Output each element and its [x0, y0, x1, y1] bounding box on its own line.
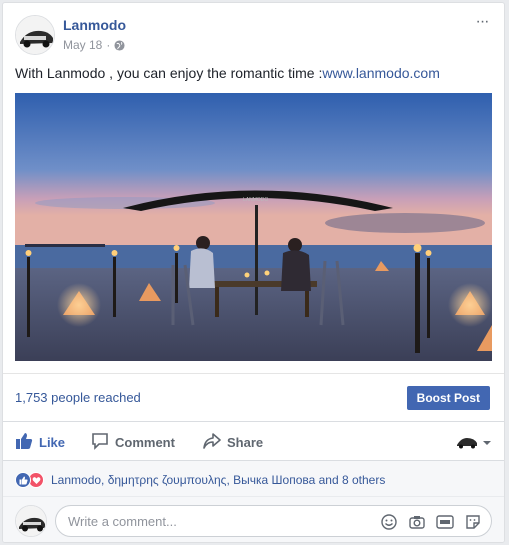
comment-button[interactable]: Comment	[91, 422, 175, 462]
post-as-selector[interactable]	[456, 422, 492, 462]
like-button[interactable]: Like	[15, 422, 65, 462]
post-header: Lanmodo May 18 · ···	[3, 3, 504, 63]
comment-label: Comment	[115, 434, 175, 450]
comment-tools	[379, 512, 483, 532]
post-body: With Lanmodo , you can enjoy the romanti…	[15, 65, 323, 81]
post-card: Lanmodo May 18 · ··· With Lanmodo , you …	[2, 2, 505, 543]
actor-avatar-icon	[456, 434, 478, 450]
people-reached[interactable]: 1,753 people reached	[15, 390, 141, 405]
more-options-button[interactable]: ···	[472, 14, 492, 31]
like-label: Like	[39, 434, 66, 450]
globe-icon[interactable]	[114, 39, 125, 51]
post-date[interactable]: May 18	[63, 38, 102, 52]
post-text: With Lanmodo , you can enjoy the romanti…	[15, 65, 440, 81]
reactions-row: Lanmodo, δημητρης ζουμπουλης, Вычка Шопо…	[3, 461, 504, 497]
like-icon	[15, 432, 33, 453]
share-label: Share	[227, 434, 264, 450]
umbrella-brand: LANMODO	[243, 197, 268, 203]
comment-placeholder: Write a comment...	[68, 514, 177, 529]
commenter-avatar	[15, 505, 47, 537]
boost-post-button[interactable]: Boost Post	[406, 386, 490, 410]
camera-icon[interactable]	[407, 512, 427, 532]
comment-input[interactable]: Write a comment...	[55, 505, 492, 537]
share-button[interactable]: Share	[203, 422, 263, 462]
page-name[interactable]: Lanmodo	[63, 17, 126, 33]
post-photo[interactable]: LANMODO	[15, 93, 492, 361]
reach-count[interactable]: 1,753	[15, 390, 48, 405]
action-bar: Like Comment Share	[3, 421, 504, 461]
post-meta: May 18 ·	[63, 38, 125, 52]
post-link[interactable]: www.lanmodo.com	[322, 65, 440, 81]
reach-row: 1,753 people reached Boost Post	[3, 373, 504, 421]
chevron-down-icon	[482, 435, 492, 450]
like-reaction-icon	[15, 472, 31, 488]
reach-suffix[interactable]: people reached	[48, 390, 141, 405]
emoji-icon[interactable]	[379, 512, 399, 532]
share-icon	[203, 432, 221, 453]
page-avatar[interactable]	[15, 15, 55, 55]
meta-separator: ·	[106, 38, 111, 52]
reactions-summary[interactable]: Lanmodo, δημητρης ζουμπουλης, Вычка Шопо…	[51, 473, 385, 487]
comment-composer: Write a comment...	[3, 497, 504, 542]
sticker-icon[interactable]	[463, 512, 483, 532]
comment-icon	[91, 432, 109, 453]
gif-icon[interactable]	[435, 512, 455, 532]
reaction-icons[interactable]	[15, 472, 44, 488]
